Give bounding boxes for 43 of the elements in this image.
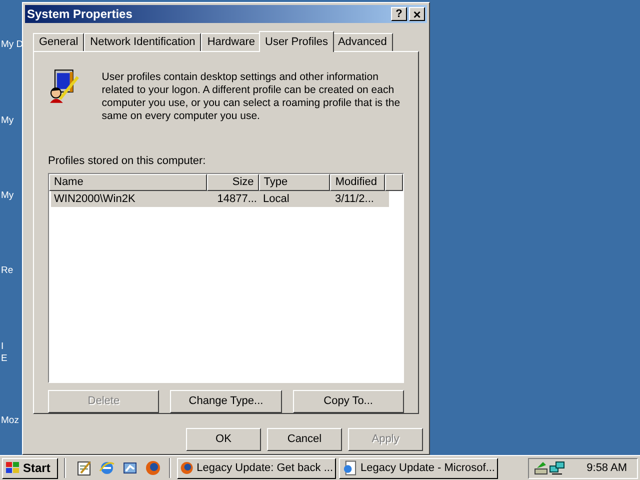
document-icon xyxy=(342,460,358,476)
tab[interactable]: Hardware xyxy=(201,33,261,51)
desktop-icon[interactable] xyxy=(122,460,138,476)
button[interactable]: Change Type... xyxy=(170,390,282,413)
network-icon[interactable] xyxy=(549,460,565,476)
window-title: System Properties xyxy=(27,6,134,23)
taskbar-button[interactable]: Legacy Update - Microsof... xyxy=(339,458,498,478)
windows-flag-icon xyxy=(5,461,21,475)
firefox-icon[interactable] xyxy=(145,460,161,476)
column-header[interactable]: Name xyxy=(49,174,208,190)
column-header[interactable]: Size xyxy=(207,174,259,190)
notepad-icon[interactable] xyxy=(76,460,92,476)
button[interactable]: Copy To... xyxy=(292,390,404,413)
desktop-icon-label[interactable]: Re xyxy=(1,264,14,278)
desktop-icon-label[interactable]: E xyxy=(1,352,8,366)
desktop-icon-label[interactable]: Moz xyxy=(1,414,19,428)
desktop-icon-label[interactable]: My xyxy=(1,114,14,128)
start-button[interactable]: Start xyxy=(2,458,58,478)
clock: 9:58 AM xyxy=(586,460,627,476)
tab[interactable]: Network Identification xyxy=(84,33,202,51)
table-row[interactable]: WIN2000\Win2K 14877... Local 3/11/2... xyxy=(51,190,389,206)
table-cell-text: 14877... xyxy=(216,192,258,206)
tab[interactable]: User Profiles xyxy=(259,31,334,52)
close-button[interactable]: × xyxy=(409,7,425,21)
desktop-icon-label[interactable]: My xyxy=(1,189,14,204)
tab[interactable]: Advanced xyxy=(332,33,393,51)
description-text: User profiles contain desktop settings and other information related to your logon. A different profile can be created on each computer you use, or you can select a roaming profile that is the same on every computer you use. xyxy=(102,71,402,123)
list-label: Profiles stored on this computer: xyxy=(48,154,207,169)
taskbar-button[interactable]: Legacy Update: Get back ... xyxy=(177,458,336,478)
help-button[interactable]: ? xyxy=(391,7,407,21)
user-profile-icon xyxy=(48,69,82,103)
hardware-icon[interactable] xyxy=(533,460,549,476)
browser-icon[interactable] xyxy=(99,460,115,476)
firefox-icon xyxy=(180,460,194,476)
desktop-icon-label[interactable]: I xyxy=(1,340,4,354)
table-cell-text: Local xyxy=(262,192,290,206)
button[interactable]: OK xyxy=(186,428,261,451)
column-header[interactable]: Modified xyxy=(330,174,386,190)
table-cell-text: WIN2000\Win2K xyxy=(53,192,136,206)
button[interactable]: Cancel xyxy=(267,428,342,451)
table-cell-text: 3/11/2... xyxy=(334,192,375,206)
tab[interactable]: General xyxy=(33,33,84,51)
column-header[interactable]: Type xyxy=(258,174,330,190)
